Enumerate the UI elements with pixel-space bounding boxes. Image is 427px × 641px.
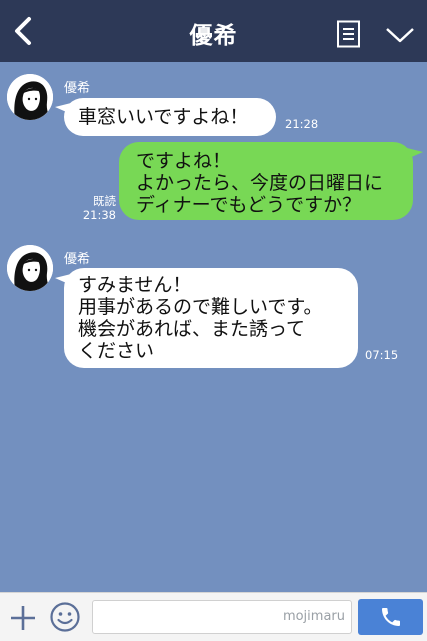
chevron-down-icon [386, 28, 414, 43]
chat-header: 優希 [0, 0, 427, 62]
read-label: 既読 [93, 194, 116, 208]
read-receipt: 既読 21:38 [78, 194, 116, 222]
dropdown-button[interactable] [384, 24, 416, 46]
chat-title: 優希 [189, 23, 238, 49]
notes-button[interactable] [336, 20, 362, 48]
smiley-icon [50, 602, 80, 632]
bubble-tail [407, 148, 423, 159]
add-button[interactable] [8, 603, 38, 633]
emoji-button[interactable] [49, 601, 81, 633]
sender-name: 優希 [64, 81, 91, 96]
message-input[interactable]: mojimaru [92, 600, 352, 634]
message-composer: mojimaru [0, 592, 427, 641]
avatar-portrait-icon [7, 74, 53, 120]
message-text: 車窓いいですよね！ [78, 106, 249, 128]
phone-icon [381, 608, 400, 626]
input-placeholder: mojimaru [282, 609, 345, 624]
message-bubble[interactable]: 車窓いいですよね！ [64, 98, 276, 136]
call-button[interactable] [358, 599, 423, 635]
message-bubble[interactable]: ですよね！ よかったら、今度の日曜日に ディナーでもどうですか？ [119, 142, 413, 220]
document-icon [337, 20, 360, 48]
sender-name: 優希 [64, 252, 91, 267]
message-bubble[interactable]: すみません！ 用事があるので難しいです。 機会があれば、また誘って ください [64, 268, 358, 368]
message-time: 07:15 [365, 348, 399, 362]
avatar[interactable] [7, 74, 53, 120]
avatar[interactable] [7, 245, 53, 291]
message-time: 21:28 [285, 117, 319, 131]
message-text: ですよね！ よかったら、今度の日曜日に ディナーでもどうですか？ [136, 150, 384, 216]
plus-icon [11, 606, 35, 630]
message-time: 21:38 [82, 208, 116, 222]
avatar-portrait-icon [7, 245, 53, 291]
message-text: すみません！ 用事があるので難しいです。 機会があれば、また誘って ください [78, 274, 323, 362]
